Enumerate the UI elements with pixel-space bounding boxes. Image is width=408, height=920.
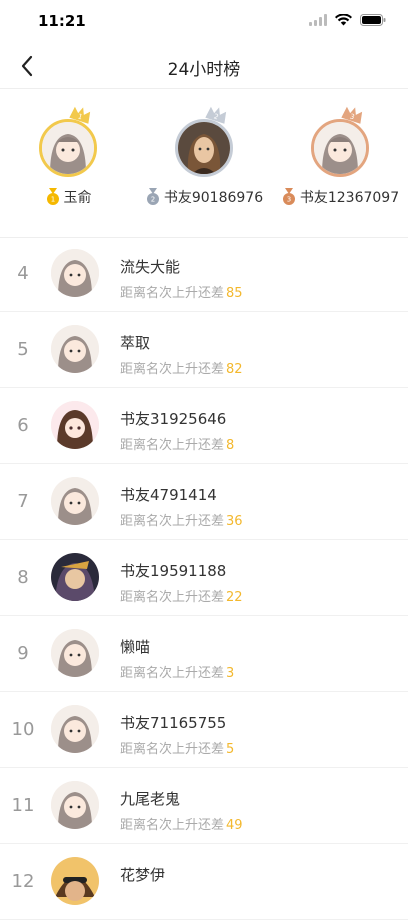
avatar [51,629,99,677]
user-name: 书友71165755 [120,714,227,732]
gap-text: 距离名次上升还差 85 [120,286,243,301]
gap-value: 36 [226,514,243,529]
svg-text:1: 1 [50,196,54,204]
avatar-image [314,122,366,174]
list-item[interactable]: 7 书友4791414 距离名次上升还差 36 [0,464,408,540]
avatar [51,705,99,753]
user-name: 书友4791414 [120,486,217,504]
avatar [51,857,99,905]
gap-value: 8 [226,438,235,453]
list-item[interactable]: 4 流失大能 距离名次上升还差 85 [0,236,408,312]
user-name: 九尾老鬼 [120,790,181,808]
rank-number: 8 [17,567,29,588]
rank-number: 9 [17,643,29,664]
gap-text: 距离名次上升还差 3 [120,666,235,681]
gap-text: 距离名次上升还差 49 [120,818,243,833]
list-item[interactable]: 9 懒喵 距离名次上升还差 3 [0,616,408,692]
user-name: 萃取 [120,334,151,352]
avatar [51,249,99,297]
svg-text:2: 2 [151,196,155,204]
podium-third-name: 3 书友12367097 [272,187,408,207]
rank-number: 7 [17,491,29,512]
list-item[interactable]: 12 花梦伊 [0,844,408,920]
podium-first-name: 1 玉俞 [0,187,136,207]
gap-value: 3 [226,666,235,681]
avatar [39,119,97,177]
podium-third[interactable]: 3 3 书友12367097 [272,89,408,237]
rank-number: 10 [11,719,35,740]
avatar [51,553,99,601]
list-item[interactable]: 8 书友19591188 距离名次上升还差 22 [0,540,408,616]
podium-first[interactable]: 1 1 玉俞 [0,89,136,237]
bronze-medal-icon: 3 [282,188,295,205]
gap-value: 85 [226,286,243,301]
user-name: 书友19591188 [120,562,227,580]
signal-icon [309,14,327,26]
gap-value: 49 [226,818,243,833]
avatar-image [42,122,94,174]
rank-number: 5 [17,339,29,360]
rank-number: 6 [17,415,29,436]
silver-medal-icon: 2 [146,188,159,205]
gap-text: 距离名次上升还差 5 [120,742,235,757]
list-item[interactable]: 5 萃取 距离名次上升还差 82 [0,312,408,388]
status-bar: 11:21 [0,0,408,44]
podium-name: 玉俞 [63,190,92,206]
podium-name: 书友90186976 [163,190,264,206]
gap-value: 82 [226,362,243,377]
svg-text:3: 3 [287,196,291,204]
podium-second[interactable]: 2 2 书友90186976 [136,89,272,237]
rank-number: 11 [11,795,35,816]
nav-bar: 24小时榜 [0,44,408,89]
gap-text: 距离名次上升还差 82 [120,362,243,377]
gap-value: 22 [226,590,243,605]
list-item[interactable]: 11 九尾老鬼 距离名次上升还差 49 [0,768,408,844]
avatar [51,401,99,449]
battery-icon [360,14,386,26]
avatar [51,477,99,525]
gap-text: 距离名次上升还差 36 [120,514,243,529]
avatar [51,325,99,373]
podium-second-name: 2 书友90186976 [136,187,272,207]
avatar-image [178,122,230,174]
rank-number: 4 [17,263,29,284]
status-icons [309,14,386,26]
avatar [51,781,99,829]
list-item[interactable]: 10 书友71165755 距离名次上升还差 5 [0,692,408,768]
avatar [311,119,369,177]
user-name: 懒喵 [120,638,151,656]
gap-text: 距离名次上升还差 8 [120,438,235,453]
rank-number: 12 [11,871,35,892]
avatar [175,119,233,177]
page-title: 24小时榜 [167,60,241,80]
gap-value: 5 [226,742,235,757]
user-name: 花梦伊 [120,866,166,884]
podium-name: 书友12367097 [299,190,400,206]
gold-medal-icon: 1 [46,188,59,205]
list-item[interactable]: 6 书友31925646 距离名次上升还差 8 [0,388,408,464]
status-time: 11:21 [38,12,86,30]
wifi-icon [335,14,352,26]
user-name: 书友31925646 [120,410,227,428]
gap-text: 距离名次上升还差 22 [120,590,243,605]
top-three-podium: 1 1 玉俞 2 2 书友90186976 3 3 书友12367097 [0,89,408,238]
user-name: 流失大能 [120,258,181,276]
ranking-list: 4 流失大能 距离名次上升还差 85 5 萃取 距离名次上升还差 82 6 书友31… [0,236,408,920]
